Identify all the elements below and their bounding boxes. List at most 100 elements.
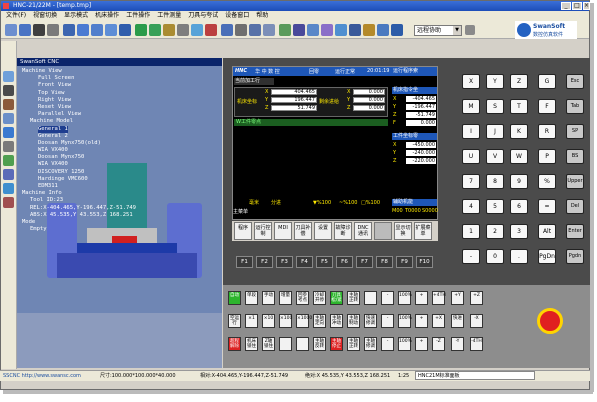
close-button[interactable]: × <box>583 2 590 10</box>
mode-select[interactable]: 远程协助 ▼ <box>414 25 462 36</box>
operator-button[interactable]: 回参考点 <box>296 291 309 305</box>
operator-button[interactable]: +4TH <box>432 291 446 305</box>
tree-item[interactable]: Tool ID:23 <box>22 197 136 204</box>
operator-button[interactable]: ×1000 <box>296 314 312 328</box>
operator-button[interactable]: 主轴正转 <box>347 291 360 305</box>
left-tool-icon-7[interactable] <box>3 155 14 166</box>
operator-button[interactable]: 快进 <box>451 314 464 328</box>
tree-item[interactable]: DISCOVERY 1250 <box>22 169 136 176</box>
tree-item[interactable]: Doosan Mynx750 <box>22 154 136 161</box>
record-icon[interactable] <box>321 24 333 36</box>
key-del[interactable]: Del <box>566 199 584 214</box>
tree-item[interactable]: Right View <box>22 97 136 104</box>
path-icon[interactable] <box>279 24 291 36</box>
softkey-extended-menu[interactable]: 扩展菜单 <box>414 222 432 240</box>
operator-button[interactable]: -4TH <box>470 337 483 351</box>
menu-device-window[interactable]: 设备窗口 <box>222 11 252 21</box>
tree-item[interactable]: ABS:X 45.535,Y 43.553,Z 168.251 <box>22 212 136 219</box>
share-icon[interactable] <box>391 24 403 36</box>
f9-key[interactable]: F9 <box>396 256 413 268</box>
f1-key[interactable]: F1 <box>236 256 253 268</box>
key-upper[interactable]: Upper <box>566 174 584 189</box>
key-5[interactable]: 5 <box>486 199 504 214</box>
key-z[interactable]: Z <box>510 74 528 89</box>
operator-button[interactable]: 机床锁住 <box>245 337 258 351</box>
chip-icon[interactable] <box>205 24 217 36</box>
tree-item[interactable]: EDM311 <box>22 183 136 190</box>
key-sp[interactable]: SP <box>566 124 584 139</box>
operator-button[interactable] <box>364 291 377 305</box>
tree-item[interactable]: WIA VX400 <box>22 147 136 154</box>
operator-button[interactable]: 主轴修调 <box>364 337 377 351</box>
tree-item[interactable]: Reset View <box>22 104 136 111</box>
tree-item[interactable]: Hardinge VMC600 <box>22 176 136 183</box>
left-tool-icon-5[interactable] <box>3 127 14 138</box>
tree-item[interactable]: Mode <box>22 219 136 226</box>
operator-button[interactable]: 快速修调 <box>364 314 377 328</box>
tree-item[interactable]: REL:X-404.465,Y-196.447,Z-51.749 <box>22 205 136 212</box>
operator-button[interactable]: 主轴制动 <box>347 314 360 328</box>
softkey-mdi[interactable]: MDI <box>274 222 292 240</box>
panel-select[interactable]: HNC21M标准面板 <box>415 371 535 380</box>
key-esc[interactable]: Esc <box>566 74 584 89</box>
left-tool-icon-10[interactable] <box>3 197 14 208</box>
fixture-icon[interactable] <box>177 24 189 36</box>
key-x[interactable]: X <box>462 74 480 89</box>
key-%[interactable]: % <box>538 174 556 189</box>
open-icon[interactable] <box>5 24 17 36</box>
softkey-diagnosis[interactable]: 故障诊断 <box>334 222 352 240</box>
softkey-display-switch[interactable]: 显示切换 <box>394 222 412 240</box>
list-icon[interactable] <box>293 24 305 36</box>
operator-button[interactable]: -Z <box>432 337 445 351</box>
tree-item[interactable]: Top View <box>22 90 136 97</box>
monitor-icon[interactable] <box>33 24 45 36</box>
key-v[interactable]: V <box>486 149 504 164</box>
f10-key[interactable]: F10 <box>416 256 433 268</box>
f4-key[interactable]: F4 <box>296 256 313 268</box>
tree-item[interactable]: Machine View <box>22 68 136 75</box>
operator-button[interactable] <box>296 337 309 351</box>
operator-button[interactable]: 超程解除 <box>228 337 241 351</box>
operator-button[interactable]: ×100 <box>279 314 292 328</box>
f3-key[interactable]: F3 <box>276 256 293 268</box>
rotate-icon[interactable] <box>119 24 131 36</box>
operator-button[interactable]: 增量 <box>279 291 292 305</box>
f6-key[interactable]: F6 <box>336 256 353 268</box>
menu-file[interactable]: 文件(F) <box>3 11 29 21</box>
emergency-stop-button[interactable] <box>537 308 563 334</box>
operator-button[interactable]: 100% <box>398 291 412 305</box>
cover-icon[interactable] <box>249 24 261 36</box>
operator-button[interactable]: 主轴冲动 <box>330 314 343 328</box>
save-icon[interactable] <box>19 24 31 36</box>
key-j[interactable]: J <box>486 124 504 139</box>
zoom-icon[interactable] <box>105 24 117 36</box>
key-1[interactable]: 1 <box>462 224 480 239</box>
menu-view-switch[interactable]: 视窗切换 <box>30 11 60 21</box>
view-top-icon[interactable] <box>77 24 89 36</box>
current-line-tab[interactable]: 当前加工行 <box>234 78 274 85</box>
left-tool-icon-3[interactable] <box>3 99 14 110</box>
tree-item[interactable]: Machine Info <box>22 190 136 197</box>
operator-button[interactable]: + <box>415 291 428 305</box>
key-=[interactable]: = <box>538 199 556 214</box>
softkey-dnc[interactable]: DNC通讯 <box>354 222 372 240</box>
sound-icon[interactable] <box>235 24 247 36</box>
view-side-icon[interactable] <box>91 24 103 36</box>
key-u[interactable]: U <box>462 149 480 164</box>
menu-tools[interactable]: 刀具与夸试 <box>185 11 221 21</box>
camera-icon[interactable] <box>307 24 319 36</box>
operator-button[interactable]: ×1 <box>245 314 258 328</box>
operator-button[interactable]: 主轴反转 <box>313 337 326 351</box>
operator-button[interactable]: 主轴停止 <box>330 337 343 351</box>
door-icon[interactable] <box>221 24 233 36</box>
tree-item[interactable]: Full Screen <box>22 75 136 82</box>
key-pgdn[interactable]: Pgdn <box>566 249 584 264</box>
menu-display-mode[interactable]: 显示模式 <box>61 11 91 21</box>
operator-button[interactable]: + <box>415 314 428 328</box>
key-4[interactable]: 4 <box>462 199 480 214</box>
teach-icon[interactable] <box>377 24 389 36</box>
f8-key[interactable]: F8 <box>376 256 393 268</box>
f2-key[interactable]: F2 <box>256 256 273 268</box>
operator-button[interactable]: 单段 <box>245 291 258 305</box>
tree-item[interactable]: Front View <box>22 82 136 89</box>
